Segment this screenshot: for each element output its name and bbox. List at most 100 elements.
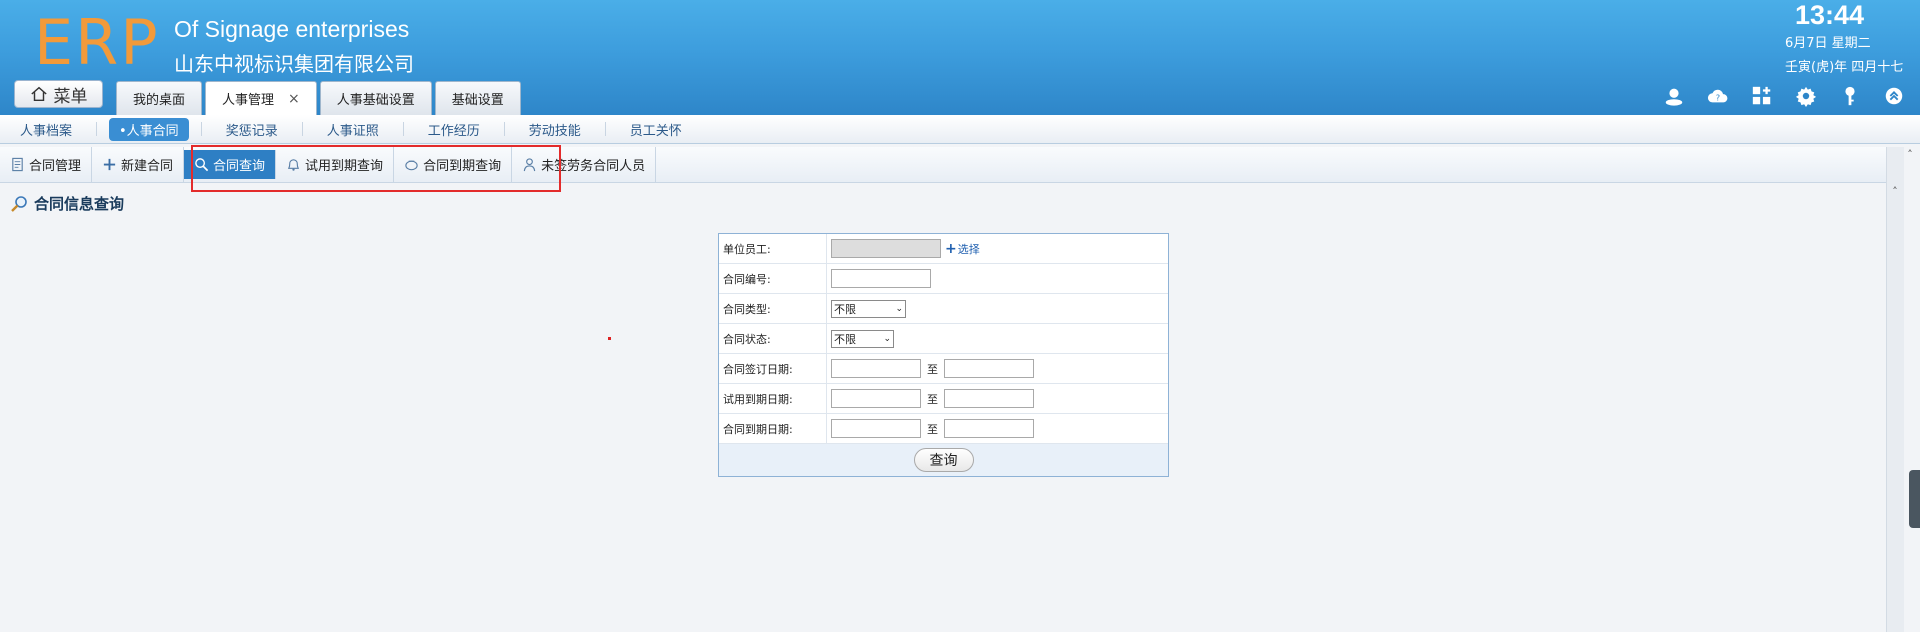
new-contract-button[interactable]: 新建合同 (92, 147, 185, 182)
bell-icon (287, 159, 300, 171)
form-cell: 至 (827, 359, 1168, 378)
contract-expiry-search-button[interactable]: 合同到期查询 (394, 147, 513, 182)
contract-search-button[interactable]: 合同查询 (184, 150, 277, 179)
company-name-cn: 山东中视标识集团有限公司 (174, 52, 414, 76)
svg-text:?: ? (1716, 93, 1720, 103)
cloud-help-icon[interactable]: ? (1706, 84, 1730, 108)
toolbar-label: 合同到期查询 (423, 159, 502, 174)
contract-end-from-input[interactable] (831, 419, 921, 438)
module-tabs: 我的桌面 人事管理 × 人事基础设置 基础设置 (116, 81, 521, 115)
document-icon (12, 157, 23, 172)
contract-end-to-input[interactable] (944, 419, 1034, 438)
page-title: 合同信息查询 (10, 193, 124, 214)
employee-field[interactable] (831, 239, 941, 258)
contract-no-input[interactable] (831, 269, 931, 288)
contract-toolbar: 合同管理 新建合同 合同查询 试用到期查询 合同到期查询 未签劳务合同人员 (0, 147, 1886, 183)
tab-label: 我的桌面 (133, 93, 186, 108)
collapse-up-icon[interactable] (1882, 84, 1906, 108)
divider (96, 122, 98, 136)
subnav-hr-contracts[interactable]: •人事合同 (109, 117, 189, 141)
magnifier-icon (11, 195, 27, 212)
contract-type-select[interactable]: 不限 ⌄ (831, 299, 906, 318)
subnav-rewards-penalties[interactable]: 奖惩记录 (214, 120, 290, 139)
form-row-contract-type: 合同类型: 不限 ⌄ (719, 294, 1168, 324)
header-toolbar: ? (1662, 84, 1906, 108)
add-widget-icon[interactable] (1750, 84, 1774, 108)
hr-subnav: 人事档案 •人事合同 奖惩记录 人事证照 工作经历 劳动技能 员工关怀 (0, 115, 1920, 144)
main-menu-label: 菜单 (53, 86, 88, 107)
select-value: 不限 (834, 302, 856, 316)
plus-icon: + (945, 240, 957, 257)
tab-my-desktop[interactable]: 我的桌面 (116, 81, 203, 115)
subnav-hr-records[interactable]: 人事档案 (8, 120, 84, 139)
tab-hr-basic-settings[interactable]: 人事基础设置 (319, 81, 432, 115)
clock-lunar-date: 壬寅(虎)年 四月十七 (1785, 60, 1904, 75)
tab-label: 人事管理 (222, 93, 275, 108)
form-cell: 不限 ⌄ (827, 329, 1168, 348)
scroll-up-arrow-icon[interactable]: ˄ (1900, 147, 1920, 161)
contract-status-select[interactable]: 不限 ⌄ (831, 329, 894, 348)
form-row-contract-status: 合同状态: 不限 ⌄ (719, 324, 1168, 354)
toolbar-label: 试用到期查询 (305, 159, 384, 174)
user-icon[interactable] (1662, 84, 1686, 108)
divider (604, 122, 606, 136)
form-cell: 至 (827, 389, 1168, 408)
trial-end-from-input[interactable] (831, 389, 921, 408)
contract-status-label: 合同状态: (719, 324, 827, 353)
form-actions: 查询 (719, 444, 1168, 476)
select-link-label: 选择 (957, 242, 980, 256)
contract-type-label: 合同类型: (719, 294, 827, 323)
search-icon (195, 158, 209, 172)
main-menu-button[interactable]: 菜单 (14, 80, 103, 108)
form-row-trial-end: 试用到期日期: 至 (719, 384, 1168, 414)
contract-no-label: 合同编号: (719, 264, 827, 293)
app-header: ERP Of Signage enterprises 山东中视标识集团有限公司 … (0, 0, 1920, 115)
company-name-en: Of Signage enterprises (174, 16, 410, 42)
tab-basic-settings[interactable]: 基础设置 (434, 81, 521, 115)
trial-expiry-search-button[interactable]: 试用到期查询 (276, 147, 395, 182)
divider (503, 122, 505, 136)
plus-icon (103, 158, 116, 171)
divider (301, 122, 303, 136)
form-row-contract-end: 合同到期日期: 至 (719, 414, 1168, 444)
unsigned-labor-contract-button[interactable]: 未签劳务合同人员 (512, 147, 657, 182)
subnav-labor-skills[interactable]: 劳动技能 (517, 120, 593, 139)
settings-gear-icon[interactable] (1794, 84, 1818, 108)
tab-hr-management[interactable]: 人事管理 × (205, 81, 317, 115)
form-row-sign-date: 合同签订日期: 至 (719, 354, 1168, 384)
select-employee-link[interactable]: + 选择 (945, 241, 980, 257)
stray-dot (608, 337, 611, 340)
contract-end-label: 合同到期日期: (719, 414, 827, 443)
select-value: 不限 (834, 332, 856, 346)
pot-icon (405, 160, 418, 171)
close-icon[interactable]: × (288, 91, 300, 107)
form-row-employee: 单位员工: + 选择 (719, 234, 1168, 264)
form-row-contract-no: 合同编号: (719, 264, 1168, 294)
divider (200, 122, 202, 136)
clock-time: 13:44 (1794, 0, 1864, 30)
side-panel-handle[interactable] (1909, 470, 1920, 528)
trial-end-to-input[interactable] (944, 389, 1034, 408)
range-separator: 至 (927, 362, 938, 376)
range-separator: 至 (927, 392, 938, 406)
contract-search-form: 单位员工: + 选择 合同编号: 合同类型: 不限 ⌄ 合同状态: 不限 ⌄ 合同签订… (718, 233, 1169, 477)
subnav-hr-certificates[interactable]: 人事证照 (315, 120, 391, 139)
home-icon (30, 86, 47, 102)
query-button[interactable]: 查询 (913, 448, 974, 472)
scroll-up-arrow-icon[interactable]: ˄ (1886, 184, 1904, 198)
page-title-text: 合同信息查询 (34, 195, 125, 213)
divider (402, 122, 404, 136)
sign-date-from-input[interactable] (831, 359, 921, 378)
form-cell: 至 (827, 419, 1168, 438)
sign-date-label: 合同签订日期: (719, 354, 827, 383)
subnav-work-experience[interactable]: 工作经历 (416, 120, 492, 139)
toolbar-label: 合同查询 (213, 159, 266, 174)
form-cell: + 选择 (827, 239, 1168, 258)
form-cell: 不限 ⌄ (827, 299, 1168, 318)
toolbar-label: 合同管理 (29, 159, 82, 174)
contract-management-button[interactable]: 合同管理 (0, 147, 93, 182)
subnav-employee-care[interactable]: 员工关怀 (618, 120, 694, 139)
key-icon[interactable] (1838, 84, 1862, 108)
sign-date-to-input[interactable] (944, 359, 1034, 378)
vertical-scrollbar[interactable] (1886, 147, 1904, 632)
